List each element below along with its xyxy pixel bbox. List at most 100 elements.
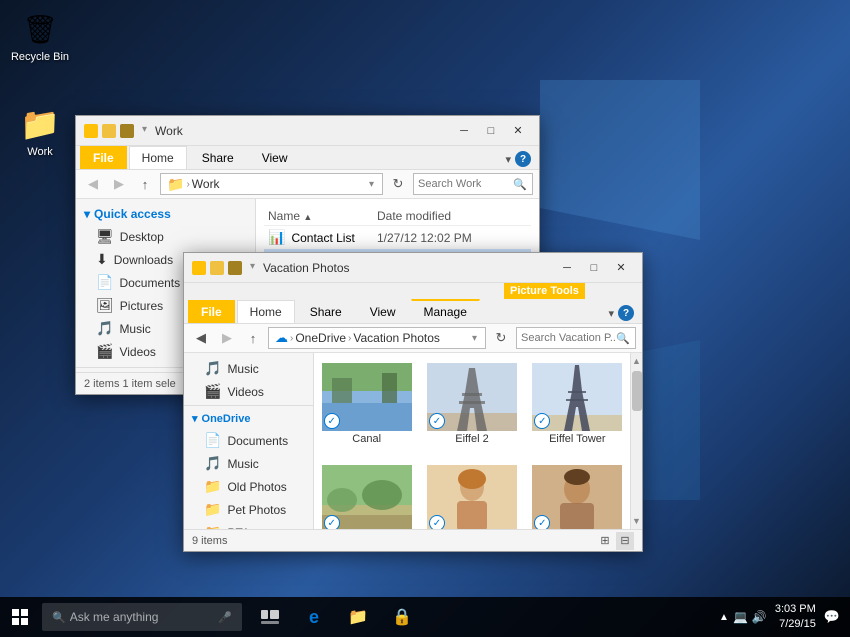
- vacation-sep2: ›: [348, 333, 351, 344]
- list-item[interactable]: ✓ Eiffel Tower: [529, 357, 626, 451]
- vacation-address-bar[interactable]: ☁ › OneDrive › Vacation Photos ▾: [268, 327, 486, 349]
- vacation-sidebar-music[interactable]: 🎵 Music: [184, 357, 313, 380]
- vacation-forward-button[interactable]: ▶: [216, 327, 238, 349]
- taskbar-search-input[interactable]: [70, 610, 190, 624]
- work-sidebar-quick-access[interactable]: ▾ Quick access: [76, 203, 255, 225]
- videos-icon: 🎬: [96, 343, 113, 360]
- vacation-search-input[interactable]: [521, 332, 616, 344]
- vacation-up-button[interactable]: ↑: [242, 327, 264, 349]
- taskbar-search[interactable]: 🔍 🎤: [42, 603, 242, 631]
- work-address-dropdown[interactable]: ▾: [369, 179, 374, 190]
- work-folder-label: Work: [27, 146, 52, 159]
- quick-access-btn-1[interactable]: [84, 124, 98, 138]
- vacation-ribbon-help[interactable]: ?: [618, 305, 634, 321]
- work-minimize-button[interactable]: ─: [451, 121, 477, 141]
- vacation-sidebar-pet-photos[interactable]: 📁 Pet Photos: [184, 498, 313, 521]
- taskbar-explorer-button[interactable]: 📁: [338, 597, 378, 637]
- work-forward-button[interactable]: ▶: [108, 173, 130, 195]
- view-details-button[interactable]: ⊞: [596, 532, 614, 550]
- work-ribbon-chevron[interactable]: ▾: [505, 153, 511, 166]
- work-search-box[interactable]: 🔍: [413, 173, 533, 195]
- picture-tools-label: Picture Tools: [504, 283, 585, 299]
- work-tab-home[interactable]: Home: [129, 146, 187, 169]
- quick-access-btn-3[interactable]: [120, 124, 134, 138]
- list-item[interactable]: ✓ Me: [423, 459, 520, 529]
- canal-label: Canal: [352, 433, 381, 445]
- scroll-down-arrow[interactable]: ▼: [631, 513, 642, 529]
- work-tab-view[interactable]: View: [249, 146, 301, 169]
- vacation-sidebar-old-photos[interactable]: 📁 Old Photos: [184, 475, 313, 498]
- work-maximize-button[interactable]: □: [478, 121, 504, 141]
- view-tiles-button[interactable]: ⊟: [616, 532, 634, 550]
- vacation-sidebar-music2[interactable]: 🎵 Music: [184, 452, 313, 475]
- chevron-up-icon[interactable]: ▲: [719, 612, 729, 623]
- taskbar-clock[interactable]: 3:03 PM 7/29/15: [775, 602, 816, 633]
- notification-icon[interactable]: 💬: [824, 609, 840, 625]
- work-ribbon-help[interactable]: ?: [515, 151, 531, 167]
- vacation-sidebar-videos[interactable]: 🎬 Videos: [184, 380, 313, 403]
- vacation-quick-btn-3[interactable]: [228, 261, 242, 275]
- col-header-date[interactable]: Date modified: [377, 209, 527, 223]
- eiffel2-thumb: ✓: [427, 363, 517, 431]
- work-address-bar[interactable]: 📁 › Work ▾: [160, 173, 383, 195]
- vacation-address-dropdown[interactable]: ▾: [472, 333, 477, 344]
- work-refresh-button[interactable]: ↻: [387, 173, 409, 195]
- vacation-music2-icon: 🎵: [204, 455, 221, 472]
- work-search-icon[interactable]: 🔍: [513, 178, 527, 191]
- sidebar-item-desktop[interactable]: 🖥 Desktop: [76, 225, 255, 248]
- work-tab-file[interactable]: File: [80, 146, 127, 169]
- vacation-sidebar-pta[interactable]: 📁 PTA: [184, 521, 313, 529]
- vacation-refresh-button[interactable]: ↻: [490, 327, 512, 349]
- security-icon: 🔒: [392, 607, 412, 627]
- taskbar-mic-icon[interactable]: 🎤: [218, 611, 232, 624]
- vacation-close-button[interactable]: ✕: [608, 258, 634, 278]
- vacation-maximize-button[interactable]: □: [581, 258, 607, 278]
- vacation-ribbon-chevron[interactable]: ▾: [608, 307, 614, 320]
- vacation-back-button[interactable]: ◀: [190, 327, 212, 349]
- vacation-tab-file[interactable]: File: [188, 300, 235, 323]
- vacation-quick-btn-1[interactable]: [192, 261, 206, 275]
- work-search-input[interactable]: [418, 178, 513, 190]
- vacation-sidebar-onedrive-header[interactable]: ▾ OneDrive: [184, 408, 313, 429]
- start-button[interactable]: [0, 597, 40, 637]
- taskbar-security-button[interactable]: 🔒: [382, 597, 422, 637]
- vacation-search-icon[interactable]: 🔍: [616, 332, 630, 345]
- table-row[interactable]: 📊 Contact List 1/27/12 12:02 PM: [264, 226, 531, 249]
- col-header-name[interactable]: Name ▲: [268, 209, 377, 223]
- sidebar-desktop-label: Desktop: [120, 230, 164, 244]
- list-item[interactable]: ✓ Eiffel 2: [423, 357, 520, 451]
- work-folder-icon[interactable]: 📁 Work: [5, 100, 75, 163]
- lozere-thumb: ✓: [322, 465, 412, 529]
- scrollbar-thumb[interactable]: [632, 371, 642, 411]
- work-close-button[interactable]: ✕: [505, 121, 531, 141]
- work-up-button[interactable]: ↑: [134, 173, 156, 195]
- volume-icon[interactable]: 🔊: [752, 610, 767, 624]
- list-item[interactable]: ✓ Mike: [529, 459, 626, 529]
- vacation-tab-manage[interactable]: Manage: [411, 299, 480, 323]
- network-icon[interactable]: 💻: [733, 610, 748, 624]
- list-item[interactable]: ✓ Lozere: [318, 459, 415, 529]
- recycle-bin-icon[interactable]: 🗑 Recycle Bin: [5, 5, 75, 68]
- vacation-sidebar-documents[interactable]: 📄 Documents: [184, 429, 313, 452]
- vacation-search-box[interactable]: 🔍: [516, 327, 636, 349]
- work-back-button[interactable]: ◀: [82, 173, 104, 195]
- vacation-tab-view[interactable]: View: [357, 300, 409, 323]
- vacation-scrollbar[interactable]: ▲ ▼: [630, 353, 642, 529]
- vacation-tab-home[interactable]: Home: [237, 300, 295, 323]
- list-item[interactable]: ✓ Canal: [318, 357, 415, 451]
- quick-access-btn-2[interactable]: [102, 124, 116, 138]
- vacation-quick-btn-2[interactable]: [210, 261, 224, 275]
- scroll-up-arrow[interactable]: ▲: [631, 353, 642, 369]
- vacation-tab-share[interactable]: Share: [297, 300, 355, 323]
- vacation-minimize-button[interactable]: ─: [554, 258, 580, 278]
- work-title-bar: ▾ Work ─ □ ✕: [76, 116, 539, 146]
- vacation-photo-grid: ✓ Canal: [314, 353, 630, 529]
- vacation-view-icons: ⊞ ⊟: [596, 532, 634, 550]
- edge-icon: e: [309, 607, 319, 628]
- me-thumb: ✓: [427, 465, 517, 529]
- work-tab-share[interactable]: Share: [189, 146, 247, 169]
- taskbar-task-view-button[interactable]: [250, 597, 290, 637]
- work-address-folder-icon: 📁: [167, 176, 184, 193]
- contact-list-name: 📊 Contact List: [268, 229, 377, 246]
- taskbar-edge-button[interactable]: e: [294, 597, 334, 637]
